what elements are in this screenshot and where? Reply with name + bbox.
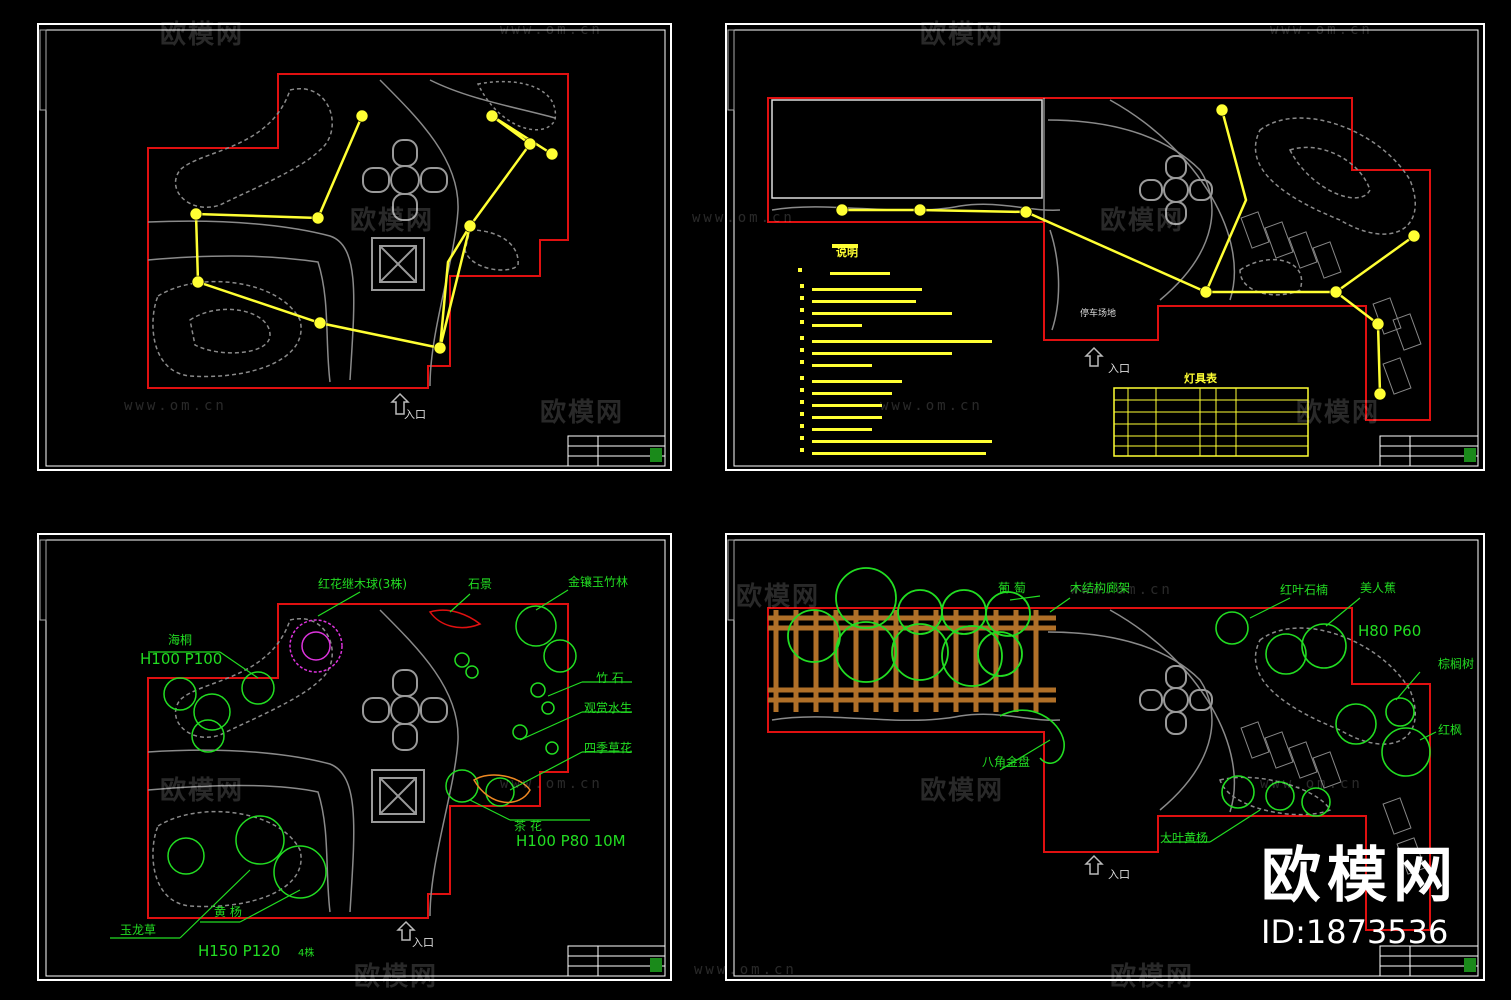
planting bbox=[163, 605, 577, 899]
entrance-marker: 入口 bbox=[1084, 854, 1130, 881]
lamp-table: 灯具表 bbox=[1113, 371, 1309, 457]
entrance-marker: 入口 bbox=[396, 920, 434, 949]
site-boundary bbox=[767, 97, 1431, 421]
badge-brand: 欧模网 bbox=[1261, 841, 1459, 911]
plaza-motif bbox=[362, 139, 448, 291]
label-ground-cover: 玉龙草 bbox=[120, 923, 156, 937]
label-shrub-spec: H100 P100 bbox=[140, 650, 222, 668]
label-item-c: 四季草花 bbox=[584, 740, 632, 755]
label-palm-name: 美人蕉 bbox=[1360, 581, 1396, 595]
label-rock: 石景 bbox=[468, 577, 492, 591]
plaza-motif bbox=[1139, 155, 1213, 225]
site-boundary bbox=[147, 73, 569, 389]
label-bamboo-group: 金镶玉竹林 bbox=[568, 574, 628, 589]
title-block bbox=[567, 435, 666, 467]
lighting-circuit bbox=[194, 114, 553, 350]
label-sweet-osmanthus: 红叶石楠 bbox=[1280, 582, 1328, 597]
title-block bbox=[1379, 435, 1479, 467]
label-ornamental-tree: 红花继木球(3株) bbox=[318, 576, 407, 591]
lamp-table-title: 灯具表 bbox=[1184, 371, 1218, 385]
title-block bbox=[567, 945, 666, 977]
entrance-marker: 入口 bbox=[1084, 346, 1130, 375]
label-boxwood: 黄 杨 bbox=[214, 904, 242, 919]
label-item-a: 竹 石 bbox=[596, 671, 624, 685]
label-boxwood-spec: H150 P120 bbox=[198, 942, 280, 960]
entrance-label: 入口 bbox=[404, 408, 426, 421]
sheet-lighting-plan-2: 说明 灯具表 停车场地 入口 bbox=[725, 23, 1485, 471]
entrance-marker: 入口 bbox=[390, 392, 426, 421]
entrance-label: 入口 bbox=[412, 936, 434, 949]
label-fern: 八角金盘 bbox=[982, 754, 1030, 769]
entrance-label: 入口 bbox=[1108, 362, 1130, 375]
label-fan-palm: 棕榈树 bbox=[1438, 656, 1474, 671]
label-boxwood-count: 4株 bbox=[298, 946, 314, 959]
lighting-circuit bbox=[842, 109, 1415, 395]
sheet-lighting-plan-1: 入口 bbox=[37, 23, 672, 471]
label-palm-spec: H80 P60 bbox=[1358, 622, 1421, 640]
label-grape: 葡 萄 bbox=[998, 581, 1026, 595]
plaza-motif bbox=[1139, 665, 1213, 735]
label-hedge-spec: H100 P80 10M bbox=[516, 832, 626, 850]
label-maple: 红枫 bbox=[1438, 722, 1462, 737]
paving-stones bbox=[1240, 211, 1422, 395]
brand-badge: 欧模网 ID:1873536 bbox=[1261, 844, 1459, 950]
label-wood-pergola: 木结构廊架 bbox=[1070, 580, 1130, 595]
sheet-planting-plan-1: 红花继木球(3株) 海桐 H100 P100 石景 金镶玉竹林 竹 石 观赏水生… bbox=[37, 533, 672, 981]
label-shrub-name: 海桐 bbox=[168, 632, 192, 647]
label-item-b: 观赏水生 bbox=[584, 701, 632, 715]
label-hedge-name: 茶 花 bbox=[514, 818, 542, 833]
plaza-motif bbox=[362, 669, 448, 823]
design-notes: 说明 bbox=[798, 244, 992, 455]
entrance-label: 入口 bbox=[1108, 868, 1130, 881]
parking-label: 停车场地 bbox=[1080, 307, 1116, 319]
label-bamboo-row: 大叶黄杨 bbox=[1160, 830, 1208, 845]
badge-id: ID:1873536 bbox=[1261, 913, 1449, 951]
